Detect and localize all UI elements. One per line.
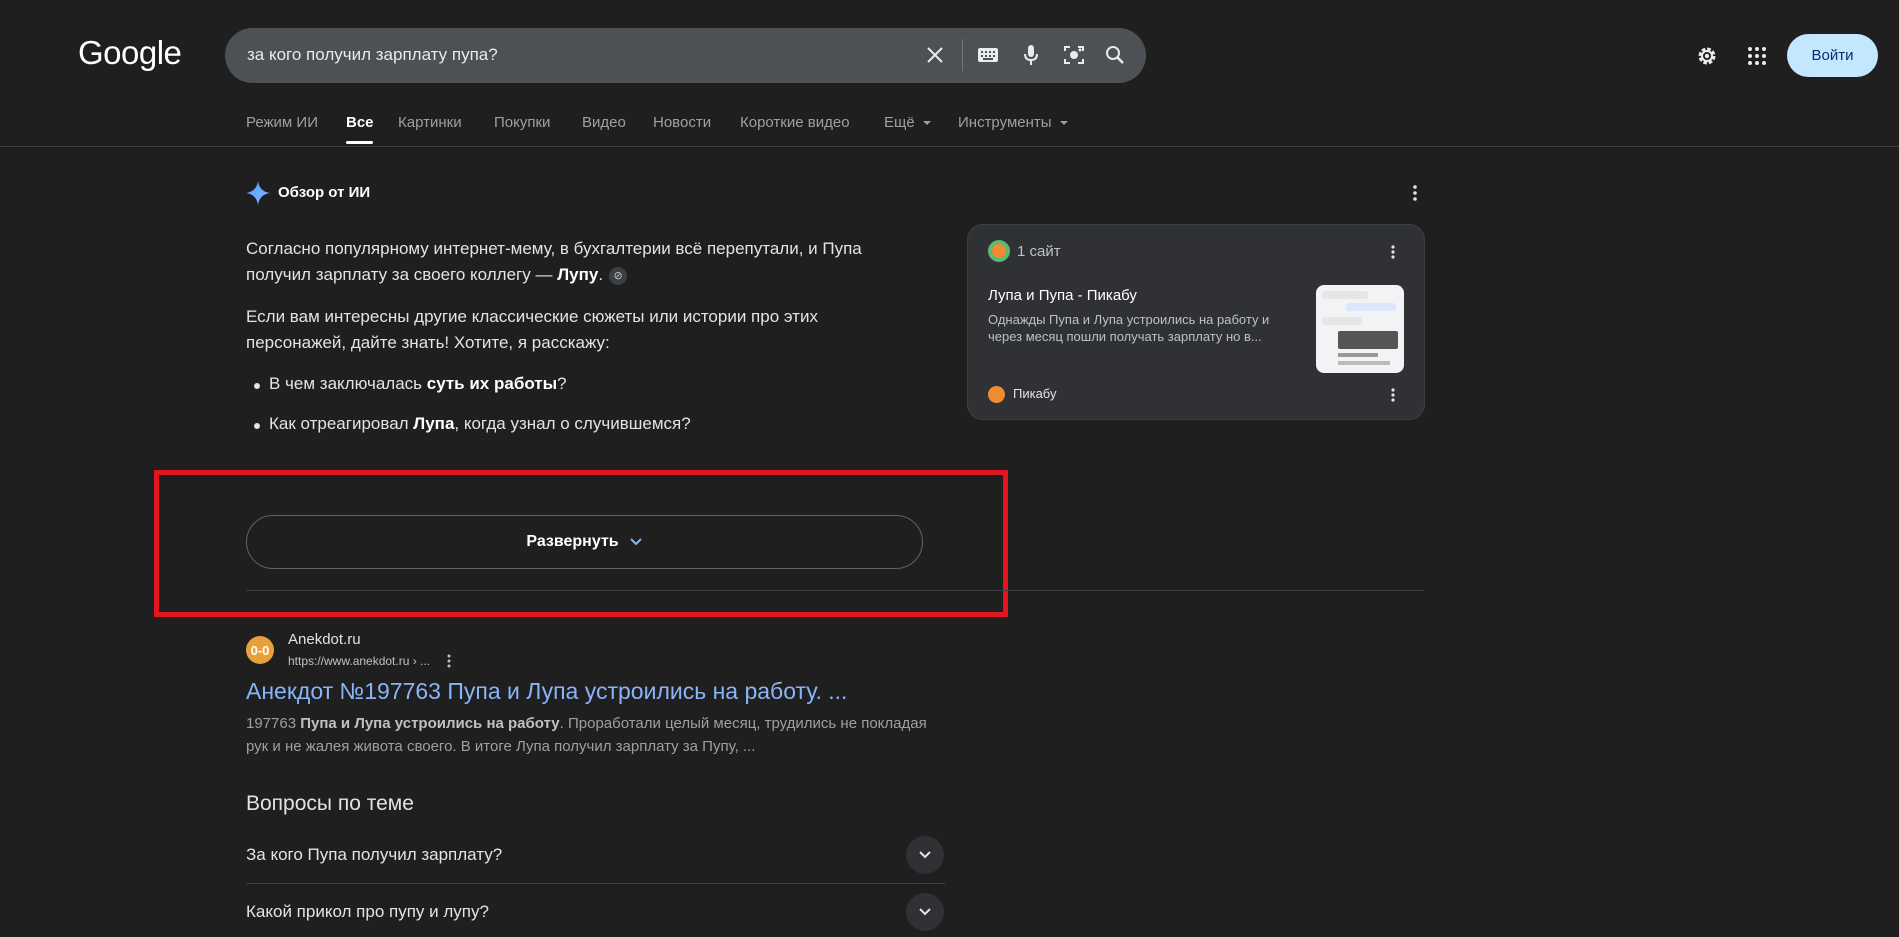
ai-bullet-2: Как отреагировал Лупа, когда узнал о слу… xyxy=(254,414,691,434)
search-divider xyxy=(962,39,963,71)
chevron-down-icon xyxy=(919,908,931,916)
google-logo[interactable]: Google xyxy=(78,34,182,72)
ai-bullet-2-text: Как отреагировал xyxy=(269,414,414,433)
ai-overview-title: Обзор от ИИ xyxy=(278,184,371,201)
more-options-icon[interactable] xyxy=(1409,183,1421,208)
ai-paragraph-1: Согласно популярному интернет-мему, в бу… xyxy=(246,236,886,288)
ai-paragraph-2: Если вам интересны другие классические с… xyxy=(246,307,818,352)
pikabu-favicon-icon xyxy=(988,386,1005,403)
question-2[interactable]: Какой прикол про пупу и лупу? xyxy=(246,902,489,922)
settings-icon[interactable] xyxy=(1691,40,1723,72)
login-button[interactable]: Войти xyxy=(1787,34,1878,77)
tab-short-videos[interactable]: Короткие видео xyxy=(740,114,850,131)
tab-ai-mode[interactable]: Режим ИИ xyxy=(246,114,318,131)
ai-p1-bold: Лупу xyxy=(557,265,599,284)
result-snippet: 197763 Пупа и Лупа устроились на работу.… xyxy=(246,712,936,758)
ai-bullet-2-end: , когда узнал о случившемся? xyxy=(454,414,691,433)
question-2-expand-button[interactable] xyxy=(906,893,944,931)
result-site-name[interactable]: Anekdot.ru xyxy=(288,631,361,648)
result-title-link[interactable]: Анекдот №197763 Пупа и Лупа устроились н… xyxy=(246,678,847,705)
search-icon[interactable] xyxy=(1102,42,1128,68)
anekdot-favicon-icon[interactable]: 0-0 xyxy=(246,636,274,664)
site-favicon-icon xyxy=(988,240,1010,262)
search-input[interactable]: за кого получил зарплату пупа? xyxy=(247,45,498,65)
tab-images[interactable]: Картинки xyxy=(398,114,462,131)
tab-tools[interactable]: Инструменты xyxy=(958,114,1068,131)
ai-p1-end: . xyxy=(598,265,604,284)
tab-news[interactable]: Новости xyxy=(653,114,711,131)
ai-sparkle-icon xyxy=(246,181,270,210)
result-url[interactable]: https://www.anekdot.ru › ... xyxy=(288,654,430,668)
question-divider xyxy=(246,883,945,884)
question-1[interactable]: За кого Пупа получил зарплату? xyxy=(246,845,502,865)
ai-bullet-2-bold: Лупа xyxy=(413,414,455,433)
keyboard-icon[interactable] xyxy=(975,42,1001,68)
section-divider xyxy=(246,590,1424,591)
source-more-icon[interactable] xyxy=(1387,386,1399,409)
tab-all[interactable]: Все xyxy=(346,114,374,131)
tab-shopping[interactable]: Покупки xyxy=(494,114,550,131)
lens-icon[interactable] xyxy=(1061,42,1087,68)
ai-p1-text: Согласно популярному интернет-мему, в бу… xyxy=(246,239,862,284)
card-more-icon[interactable] xyxy=(1387,243,1399,266)
related-questions-title: Вопросы по теме xyxy=(246,792,414,815)
source-title[interactable]: Лупа и Пупа - Пикабу xyxy=(988,287,1137,304)
link-icon[interactable]: ⊘ xyxy=(609,266,628,285)
expand-label: Развернуть xyxy=(526,533,619,550)
sources-count[interactable]: 1 сайт xyxy=(1017,243,1061,260)
tabs-divider xyxy=(0,146,1899,147)
dropdown-caret-icon xyxy=(922,121,931,126)
snippet-bold: Пупа и Лупа устроились на работу xyxy=(300,715,560,732)
expand-button[interactable]: Развернуть xyxy=(246,515,923,569)
chevron-down-icon xyxy=(629,538,642,546)
result-more-icon[interactable] xyxy=(444,653,454,674)
active-tab-indicator xyxy=(346,141,373,144)
microphone-icon[interactable] xyxy=(1018,42,1044,68)
ai-bullet-1-text: В чем заключалась xyxy=(269,374,427,393)
source-snippet: Однажды Пупа и Лупа устроились на работу… xyxy=(988,312,1270,344)
snippet-num: 197763 xyxy=(246,715,301,732)
chevron-down-icon xyxy=(919,851,931,859)
question-1-expand-button[interactable] xyxy=(906,836,944,874)
clear-icon[interactable] xyxy=(922,42,948,68)
apps-grid-icon[interactable] xyxy=(1741,40,1773,72)
source-thumbnail[interactable] xyxy=(1316,285,1404,373)
dropdown-caret-icon xyxy=(1059,121,1068,126)
tab-more[interactable]: Ещё xyxy=(884,114,931,131)
ai-bullet-1-end: ? xyxy=(557,374,567,393)
tab-tools-label: Инструменты xyxy=(958,114,1052,131)
ai-bullet-1-bold: суть их работы xyxy=(426,374,558,393)
ai-bullet-1: В чем заключалась суть их работы? xyxy=(254,374,567,394)
tab-more-label: Ещё xyxy=(884,114,915,131)
tab-video[interactable]: Видео xyxy=(582,114,626,131)
source-name[interactable]: Пикабу xyxy=(1013,386,1056,401)
